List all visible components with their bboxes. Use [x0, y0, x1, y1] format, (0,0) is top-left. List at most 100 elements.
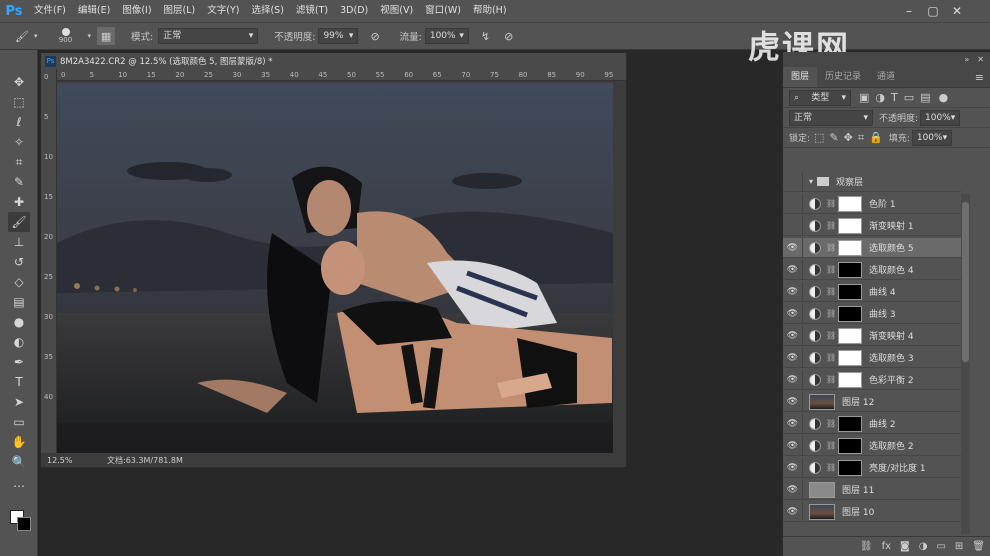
lock-position-icon[interactable]: ✥	[844, 131, 853, 144]
eye-icon[interactable]: 👁	[783, 479, 803, 500]
layer-row[interactable]: ⛓ 渐变映射 1	[783, 215, 961, 236]
panel-menu-icon[interactable]: ≡	[975, 67, 990, 87]
link-icon[interactable]: ⛓	[826, 353, 836, 362]
menu-image[interactable]: 图像(I)	[116, 0, 157, 22]
lock-pixels-icon[interactable]: ✎	[829, 131, 838, 144]
crop-tool-icon[interactable]: ⌗	[8, 152, 30, 172]
close-panel-icon[interactable]: ✕	[977, 55, 984, 64]
lock-artboard-icon[interactable]: ⌗	[858, 131, 864, 145]
maximize-icon[interactable]: ▢	[922, 0, 944, 22]
new-group-icon[interactable]: ▭	[936, 541, 945, 552]
layer-mask-thumbnail[interactable]	[838, 195, 862, 212]
lock-all-icon[interactable]: 🔒	[869, 131, 883, 144]
hand-tool-icon[interactable]: ✋	[8, 432, 30, 452]
layer-group[interactable]: ▾ 观察层	[783, 172, 961, 192]
layer-row[interactable]: 👁 图层 10	[783, 501, 961, 522]
eye-icon[interactable]: 👁	[783, 413, 803, 434]
link-icon[interactable]: ⛓	[826, 419, 836, 428]
delete-layer-icon[interactable]: 🗑	[972, 541, 985, 552]
filter-pixel-icon[interactable]: ▣	[859, 91, 869, 104]
brush-panel-icon[interactable]: ▦	[97, 27, 116, 45]
lock-transparent-icon[interactable]: ⬚	[814, 131, 824, 144]
filter-kind-dropdown[interactable]: ⌕ 类型 ▾	[789, 89, 851, 106]
eye-icon[interactable]: 👁	[783, 391, 803, 412]
eye-icon[interactable]: 👁	[783, 347, 803, 368]
close-icon[interactable]: ✕	[946, 0, 968, 22]
layers-scrollbar[interactable]	[961, 194, 970, 534]
chevron-down-icon[interactable]: ▾	[34, 32, 38, 40]
link-icon[interactable]: ⛓	[826, 221, 836, 230]
brush-tool-icon[interactable]: 🖌	[8, 212, 30, 232]
layer-row[interactable]: 👁 ⛓ 渐变映射 4	[783, 325, 961, 346]
eye-icon[interactable]: 👁	[783, 457, 803, 478]
link-icon[interactable]: ⛓	[826, 441, 836, 450]
layer-row[interactable]: 👁 ⛓ 曲线 3	[783, 303, 961, 324]
menu-help[interactable]: 帮助(H)	[467, 0, 513, 22]
eye-icon[interactable]: 👁	[783, 501, 803, 522]
layer-row[interactable]: 👁 ⛓ 选取颜色 4	[783, 259, 961, 280]
add-mask-icon[interactable]: ◙	[900, 541, 910, 552]
layer-mask-thumbnail[interactable]	[838, 283, 862, 300]
visibility-toggle[interactable]	[783, 172, 803, 192]
collapse-icon[interactable]: »	[964, 55, 969, 64]
eraser-tool-icon[interactable]: ◇	[8, 272, 30, 292]
tab-channels[interactable]: 通道	[869, 67, 903, 87]
blur-tool-icon[interactable]: ●	[8, 312, 30, 332]
layer-mask-thumbnail[interactable]	[838, 459, 862, 476]
shape-tool-icon[interactable]: ▭	[8, 412, 30, 432]
blend-mode-dropdown[interactable]: 正常 ▾	[789, 109, 873, 126]
photo-canvas[interactable]	[57, 83, 613, 453]
menu-filter[interactable]: 滤镜(T)	[290, 0, 334, 22]
mode-dropdown[interactable]: 正常 ▾	[158, 28, 259, 44]
more-tools-icon[interactable]: ⋯	[8, 476, 30, 496]
link-icon[interactable]: ⛓	[826, 199, 836, 208]
layer-row[interactable]: 👁 图层 12	[783, 391, 961, 412]
layer-row[interactable]: 👁 ⛓ 曲线 4	[783, 281, 961, 302]
link-icon[interactable]: ⛓	[826, 309, 836, 318]
new-adjustment-icon[interactable]: ◑	[919, 541, 928, 552]
menu-type[interactable]: 文字(Y)	[201, 0, 245, 22]
airbrush-icon[interactable]: ↯	[481, 30, 490, 43]
vertical-ruler[interactable]: 0 5 10 15 20 25 30 35 40	[41, 69, 57, 453]
menu-edit[interactable]: 编辑(E)	[72, 0, 116, 22]
dodge-tool-icon[interactable]: ◐	[8, 332, 30, 352]
filter-toggle-icon[interactable]: ●	[939, 91, 949, 104]
tab-history[interactable]: 历史记录	[817, 67, 869, 87]
chevron-down-icon[interactable]: ▾	[88, 32, 92, 40]
eye-icon[interactable]: 👁	[783, 259, 803, 280]
layer-row[interactable]: 👁 图层 11	[783, 479, 961, 500]
layer-row[interactable]: 👁 ⛓ 色彩平衡 2	[783, 369, 961, 390]
layer-row[interactable]: 👁 ⛓ 选取颜色 5	[783, 237, 961, 258]
layer-mask-thumbnail[interactable]	[838, 327, 862, 344]
eyedropper-tool-icon[interactable]: ✎	[8, 172, 30, 192]
history-brush-tool-icon[interactable]: ↺	[8, 252, 30, 272]
eye-icon[interactable]: 👁	[783, 435, 803, 456]
menu-file[interactable]: 文件(F)	[28, 0, 72, 22]
layer-mask-thumbnail[interactable]	[838, 349, 862, 366]
fx-icon[interactable]: fx	[882, 541, 891, 552]
zoom-tool-icon[interactable]: 🔍	[8, 452, 30, 472]
eye-icon[interactable]: 👁	[783, 237, 803, 258]
marquee-tool-icon[interactable]: ⬚	[8, 92, 30, 112]
eye-icon[interactable]: 👁	[783, 303, 803, 324]
document-tab[interactable]: Ps 8M2A3422.CR2 @ 12.5% (选取颜色 5, 图层蒙版/8)…	[41, 53, 626, 69]
layer-thumbnail[interactable]	[809, 393, 835, 410]
layer-mask-thumbnail[interactable]	[838, 437, 862, 454]
stamp-tool-icon[interactable]: ⊥	[8, 232, 30, 252]
layer-mask-thumbnail[interactable]	[838, 371, 862, 388]
menu-select[interactable]: 选择(S)	[245, 0, 289, 22]
brush-size-picker[interactable]: 900	[50, 28, 82, 44]
filter-type-icon[interactable]: T	[891, 91, 898, 104]
path-select-tool-icon[interactable]: ➤	[8, 392, 30, 412]
menu-layer[interactable]: 图层(L)	[158, 0, 202, 22]
healing-tool-icon[interactable]: ✚	[8, 192, 30, 212]
flow-input[interactable]: 100% ▾	[424, 28, 469, 44]
chevron-down-icon[interactable]: ▾	[809, 177, 813, 186]
layer-row[interactable]: 👁 ⛓ 曲线 2	[783, 413, 961, 434]
layer-mask-thumbnail[interactable]	[838, 415, 862, 432]
lasso-tool-icon[interactable]: ℓ	[8, 112, 30, 132]
pressure-opacity-icon[interactable]: ⊘	[370, 30, 379, 43]
link-icon[interactable]: ⛓	[826, 243, 836, 252]
pen-tool-icon[interactable]: ✒	[8, 352, 30, 372]
move-tool-icon[interactable]: ✥	[8, 72, 30, 92]
